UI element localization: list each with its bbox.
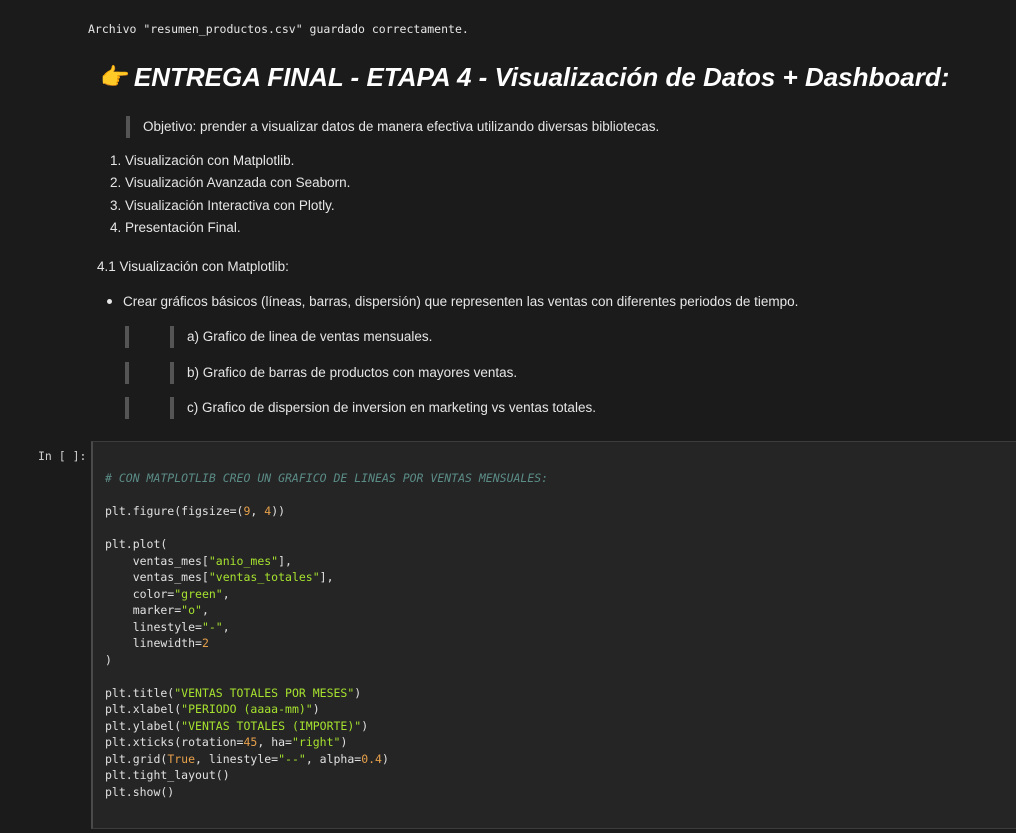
list-item: 4. Presentación Final. bbox=[110, 219, 241, 235]
code-token: ventas_mes[ bbox=[105, 570, 209, 584]
bullet-text: Crear gráficos básicos (líneas, barras, … bbox=[123, 294, 799, 309]
code-string: "VENTAS TOTALES POR MESES" bbox=[174, 685, 355, 700]
code-string: "-" bbox=[201, 619, 223, 634]
code-token: linewidth= bbox=[105, 636, 202, 650]
code-text[interactable]: # CON MATPLOTLIB CREO UN GRAFICO DE LINE… bbox=[105, 470, 548, 800]
code-token: ], bbox=[319, 570, 334, 584]
code-token: plt.plot( bbox=[105, 537, 168, 551]
code-token: ], bbox=[278, 553, 292, 568]
code-token: linestyle= bbox=[105, 619, 202, 634]
cell-output-text: Archivo "resumen_productos.csv" guardado… bbox=[88, 22, 469, 36]
code-token: plt.ylabel( bbox=[105, 718, 182, 733]
code-token: plt.tight_layout() bbox=[105, 768, 230, 782]
quote-bar bbox=[125, 326, 129, 348]
list-item: 3. Visualización Interactiva con Plotly. bbox=[110, 197, 335, 213]
code-token: plt.show() bbox=[105, 784, 175, 799]
code-token: , ha= bbox=[257, 735, 292, 749]
code-token: , bbox=[250, 504, 265, 518]
code-token: )) bbox=[271, 504, 286, 518]
code-token: ) bbox=[381, 751, 389, 766]
code-token: color= bbox=[105, 586, 175, 601]
code-token: ) bbox=[312, 702, 320, 716]
nested-quote-text: b) Grafico de barras de productos con ma… bbox=[187, 365, 518, 380]
pointing-hand-icon: 👉 bbox=[100, 64, 130, 91]
heading-text: ENTREGA FINAL - ETAPA 4 - Visualización … bbox=[133, 62, 950, 92]
quote-bar bbox=[170, 326, 174, 348]
code-string: "ventas_totales" bbox=[208, 570, 320, 584]
code-token: plt.figure(figsize=( bbox=[105, 504, 244, 518]
quote-bar bbox=[170, 362, 174, 384]
bullet-item: Crear gráficos básicos (líneas, barras, … bbox=[107, 291, 798, 313]
code-token: ventas_mes[ bbox=[105, 553, 209, 568]
code-token: marker= bbox=[105, 603, 182, 617]
code-string: "o" bbox=[181, 603, 202, 617]
code-keyword: True bbox=[167, 751, 196, 766]
code-token: ) bbox=[340, 735, 348, 749]
code-token: , bbox=[201, 603, 209, 617]
list-item: 1. Visualización con Matplotlib. bbox=[110, 153, 295, 168]
code-token: ) bbox=[361, 718, 369, 733]
code-string: "anio_mes" bbox=[208, 553, 279, 568]
markdown-heading: 👉 ENTREGA FINAL - ETAPA 4 - Visualizació… bbox=[100, 62, 949, 93]
code-string: "right" bbox=[291, 735, 341, 749]
code-cell-editor[interactable]: # CON MATPLOTLIB CREO UN GRAFICO DE LINE… bbox=[91, 441, 1016, 829]
code-string: "VENTAS TOTALES (IMPORTE)" bbox=[181, 718, 362, 733]
code-number: 0.4 bbox=[361, 751, 382, 766]
code-comment: # CON MATPLOTLIB CREO UN GRAFICO DE LINE… bbox=[105, 471, 549, 485]
code-token: plt.xticks(rotation= bbox=[105, 735, 244, 749]
cell-prompt: In [ ]: bbox=[38, 449, 87, 463]
code-token: plt.title( bbox=[105, 685, 175, 700]
code-token: , alpha= bbox=[305, 751, 362, 766]
code-number: 2 bbox=[201, 636, 209, 650]
bullet-dot-icon bbox=[107, 298, 112, 304]
code-token: ) bbox=[354, 685, 362, 700]
code-token: plt.xlabel( bbox=[105, 702, 182, 716]
code-string: "green" bbox=[174, 586, 223, 601]
nested-quote-text: a) Grafico de linea de ventas mensuales. bbox=[187, 329, 433, 344]
code-token: , linestyle= bbox=[195, 751, 279, 766]
objective-blockquote: Objetivo: prender a visualizar datos de … bbox=[126, 116, 659, 138]
code-token: , bbox=[222, 619, 230, 634]
code-string: "--" bbox=[278, 751, 306, 766]
code-number: 45 bbox=[243, 735, 258, 749]
quote-bar bbox=[125, 397, 129, 419]
code-token: , bbox=[222, 586, 230, 601]
code-token: plt.grid( bbox=[105, 751, 168, 766]
nested-quote-text: c) Grafico de dispersion de inversion en… bbox=[187, 400, 596, 415]
quote-bar bbox=[125, 362, 129, 384]
section-subheading: 4.1 Visualización con Matplotlib: bbox=[97, 259, 289, 274]
quote-bar bbox=[170, 397, 174, 419]
code-string: "PERIODO (aaaa-mm)" bbox=[181, 702, 313, 716]
steps-list: 1. Visualización con Matplotlib. 2. Visu… bbox=[110, 150, 350, 239]
list-item: 2. Visualización Avanzada con Seaborn. bbox=[110, 175, 351, 191]
code-token: ) bbox=[105, 652, 112, 667]
